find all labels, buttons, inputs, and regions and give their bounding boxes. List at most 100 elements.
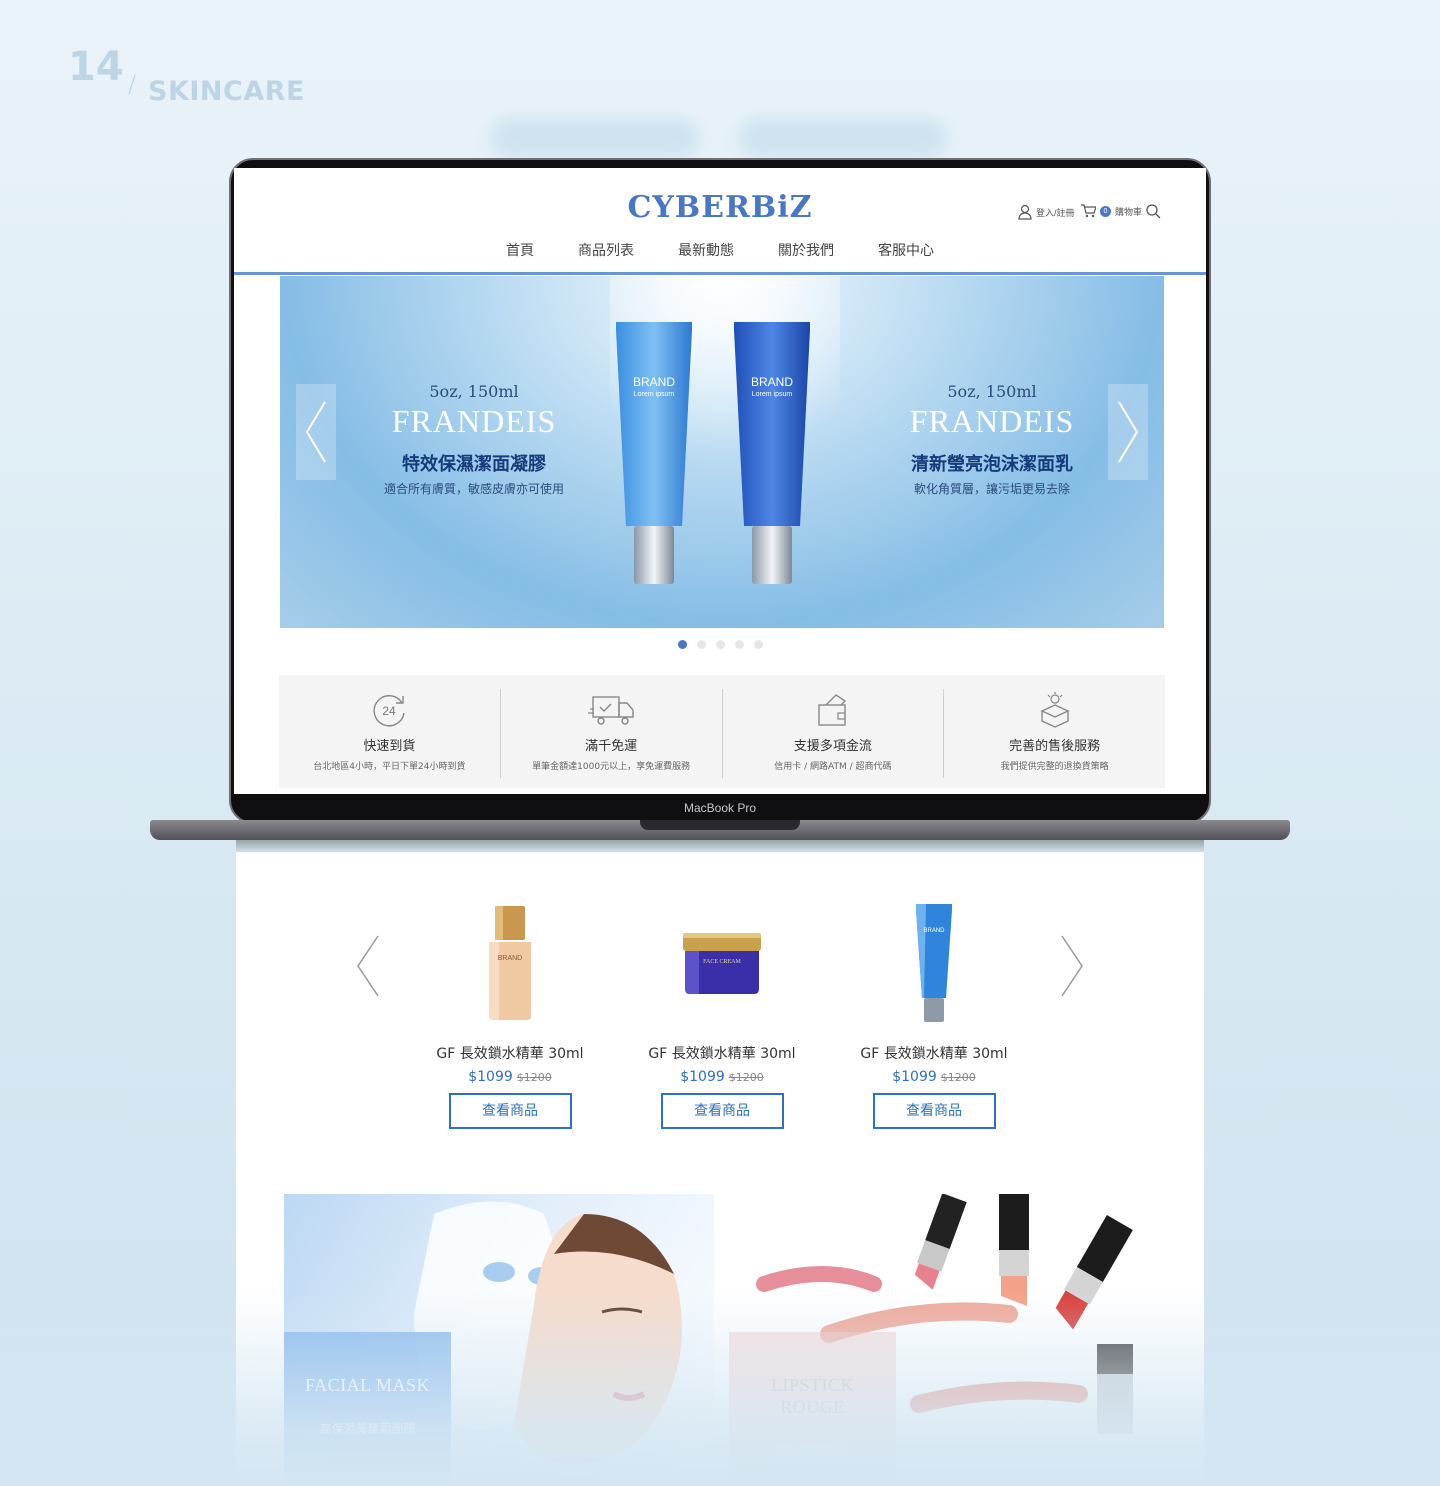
blurred-header-left: [490, 118, 700, 158]
product-image-cream-jar[interactable]: FACE CREAM: [682, 929, 762, 997]
laptop-screen: CYBERBiZ 登入/註冊 0 購物車 首頁 商品列表 最新動態 關於我們 客…: [234, 168, 1206, 794]
project-separator: /: [128, 70, 137, 98]
lipstick-title-line2: ROUGE: [780, 1397, 845, 1417]
project-number: 14: [68, 44, 124, 90]
bottle-brand-label: BRAND: [498, 955, 523, 962]
product-price: $1099: [680, 1069, 725, 1085]
hero-left-title: 特效保濕潔面凝膠: [402, 454, 546, 475]
cart-label: 購物車: [1115, 206, 1143, 217]
24h-icon: 24: [373, 695, 406, 727]
carousel-dots: [234, 640, 1206, 649]
wallet-card-icon: [818, 694, 846, 726]
product-price: $1099: [468, 1069, 513, 1085]
hero-tube-light: BRAND Lorem ipsum: [616, 322, 692, 584]
feature-title: 支援多項金流: [793, 739, 872, 754]
feature-strip: 24 快速到貨 台北地區4小時，平日下單24小時到貨 滿千免運 單筆金額達100…: [279, 675, 1165, 788]
project-title: SKINCARE: [148, 76, 305, 107]
products-prev-button[interactable]: [356, 934, 380, 998]
svg-text:24: 24: [383, 704, 397, 718]
lipstick-title-line1: LIPSTICK: [770, 1375, 854, 1395]
feature-subtitle: 信用卡 / 網路ATM / 超商代碼: [774, 762, 892, 772]
device-label: MacBook Pro: [683, 801, 757, 815]
product-old-price: $1200: [516, 1071, 552, 1084]
feature-item: 支援多項金流 信用卡 / 網路ATM / 超商代碼: [723, 689, 945, 778]
hero-carousel: 5oz, 150ml FRANDEIS 特效保濕潔面凝膠 適合所有膚質，敏感皮膚…: [280, 276, 1164, 628]
tube-brand-label: BRAND: [751, 375, 793, 389]
cart-link[interactable]: 0 購物車: [1080, 204, 1142, 218]
user-icon: [1018, 204, 1032, 220]
feature-subtitle: 台北地區4小時，平日下單24小時到貨: [313, 762, 466, 772]
carousel-dot[interactable]: [677, 640, 687, 649]
nav-item-about[interactable]: 關於我們: [778, 240, 834, 260]
tube-brand-label: BRAND: [923, 928, 945, 934]
product-image-tube[interactable]: BRAND: [914, 902, 954, 1024]
hero-left-subtitle: 適合所有膚質，敏感皮膚亦可使用: [383, 482, 564, 496]
laptop-notch: [640, 820, 800, 830]
hero-prev-button[interactable]: [296, 384, 336, 480]
hero-tube-dark: BRAND Lorem ipsum: [734, 322, 810, 584]
carousel-dot[interactable]: [753, 640, 763, 649]
feature-item: 完善的售後服務 我們提供完整的退換貨策略: [944, 689, 1165, 778]
product-old-price: $1200: [940, 1071, 976, 1084]
hero-right-text: 5oz, 150ml FRANDEIS 清新瑩亮泡沫潔面乳 軟化角質層，讓污垢更…: [862, 382, 1122, 497]
carousel-dot[interactable]: [696, 640, 706, 649]
hero-left-text: 5oz, 150ml FRANDEIS 特效保濕潔面凝膠 適合所有膚質，敏感皮膚…: [344, 382, 604, 497]
login-label: 登入/註冊: [1036, 207, 1075, 218]
product-name: GF 長效鎖水精華 30ml: [436, 1046, 584, 1062]
cart-count-badge: 0: [1100, 205, 1111, 217]
jar-label: FACE CREAM: [703, 959, 741, 965]
carousel-dot[interactable]: [715, 640, 725, 649]
tube-brand-label: BRAND: [633, 375, 675, 389]
cart-icon: [1081, 204, 1096, 218]
facial-mask-banner[interactable]: FACIAL MASK 高保濕黃華霜面膜: [284, 1194, 714, 1486]
facial-mask-panel: FACIAL MASK 高保濕黃華霜面膜: [284, 1332, 451, 1486]
view-product-button[interactable]: 查看商品: [660, 1093, 784, 1129]
feature-item: 24 快速到貨 台北地區4小時，平日下單24小時到貨: [279, 689, 501, 778]
product-card: BRAND GF 長效鎖水精華 30ml $1099 $1200 查看商品: [420, 900, 600, 1129]
feature-title: 滿千免運: [585, 739, 638, 754]
blurred-header-right: [738, 118, 948, 158]
product-price: $1099: [892, 1069, 937, 1085]
laptop-shadow: [236, 840, 1204, 854]
carousel-dot[interactable]: [734, 640, 744, 649]
product-old-price: $1200: [728, 1071, 764, 1084]
feature-item: 滿千免運 單筆金額達1000元以上，享免運費服務: [501, 689, 723, 778]
main-nav: 首頁 商品列表 最新動態 關於我們 客服中心: [234, 240, 1206, 260]
product-card: FACE CREAM GF 長效鎖水精華 30ml $1099 $1200 查看商…: [632, 900, 812, 1129]
gift-box-icon: [1039, 692, 1070, 728]
truck-icon: [588, 696, 634, 725]
nav-item-home[interactable]: 首頁: [506, 240, 534, 260]
search-button[interactable]: [1146, 204, 1161, 219]
product-name: GF 長效鎖水精華 30ml: [648, 1046, 796, 1062]
nav-item-products[interactable]: 商品列表: [578, 240, 634, 260]
hero-right-title: 清新瑩亮泡沫潔面乳: [911, 454, 1073, 475]
feature-title: 完善的售後服務: [1009, 739, 1101, 754]
lipstick-banner[interactable]: LIPSTICK ROUGE 誘光精萃唇膏: [729, 1194, 1159, 1486]
hero-left-brand: FRANDEIS: [391, 403, 557, 439]
product-name: GF 長效鎖水精華 30ml: [860, 1046, 1008, 1062]
facial-mask-title: FACIAL MASK: [304, 1375, 430, 1395]
feature-subtitle: 單筆金額達1000元以上，享免運費服務: [532, 762, 691, 772]
lipstick-panel: LIPSTICK ROUGE 誘光精萃唇膏: [729, 1332, 896, 1486]
view-product-button[interactable]: 查看商品: [872, 1093, 996, 1129]
facial-mask-subtitle: 高保濕黃華霜面膜: [319, 1422, 416, 1436]
chevron-left-icon: [305, 401, 326, 463]
nav-item-news[interactable]: 最新動態: [678, 240, 734, 260]
lipstick-subtitle: 誘光精萃唇膏: [776, 1444, 849, 1458]
hero-right-brand: FRANDEIS: [909, 403, 1075, 439]
product-card: BRAND GF 長效鎖水精華 30ml $1099 $1200 查看商品: [844, 900, 1024, 1129]
chevron-left-icon: [357, 935, 379, 997]
login-link[interactable]: 登入/註冊: [1018, 204, 1075, 220]
tube-sub-label: Lorem ipsum: [634, 391, 675, 398]
nav-item-service[interactable]: 客服中心: [878, 240, 934, 260]
tube-sub-label: Lorem ipsum: [752, 391, 793, 398]
hero-left-size: 5oz, 150ml: [429, 382, 519, 401]
products-next-button[interactable]: [1060, 934, 1084, 998]
nav-divider: [234, 272, 1206, 275]
product-image-foundation[interactable]: BRAND: [485, 904, 535, 1022]
chevron-right-icon: [1061, 935, 1083, 997]
view-product-button[interactable]: 查看商品: [448, 1093, 572, 1129]
feature-title: 快速到貨: [363, 739, 416, 754]
hero-right-size: 5oz, 150ml: [947, 382, 1037, 401]
search-icon: [1146, 204, 1161, 219]
